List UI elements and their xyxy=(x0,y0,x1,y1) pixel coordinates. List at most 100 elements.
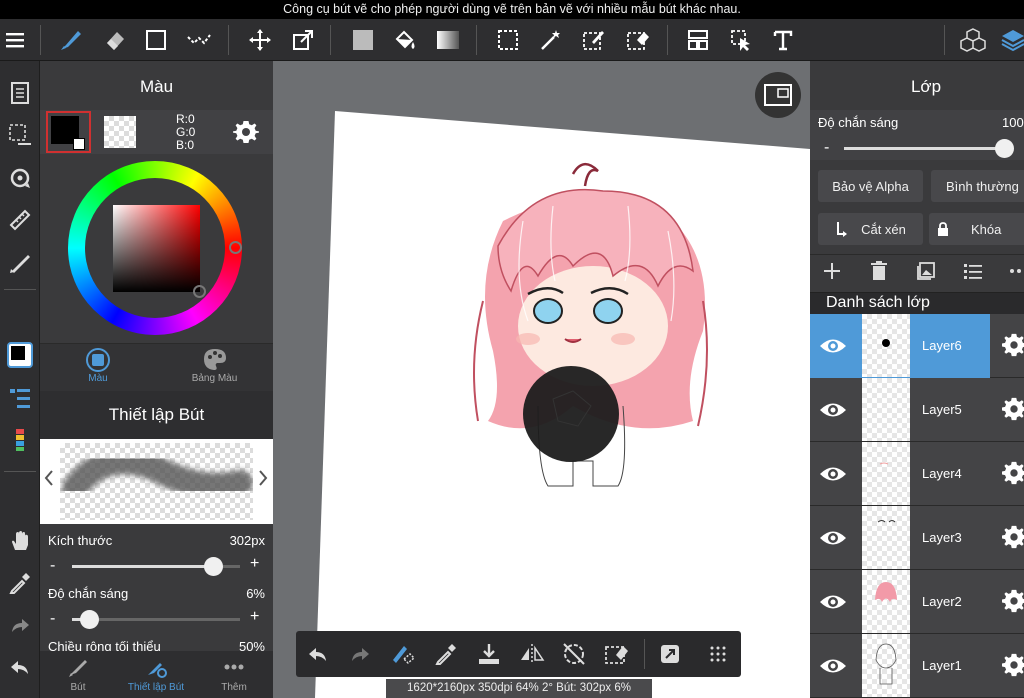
eye-icon[interactable] xyxy=(810,314,856,378)
saturation-value-square[interactable] xyxy=(113,205,200,292)
primary-color-swatch[interactable] xyxy=(46,111,91,153)
tab-palette[interactable]: Bảng Màu xyxy=(156,343,273,391)
opacity-plus-button[interactable]: + xyxy=(250,608,259,626)
brush-eraser-toggle-icon[interactable] xyxy=(389,640,417,668)
undo-icon[interactable] xyxy=(4,652,36,684)
brush-tool-icon[interactable] xyxy=(57,26,85,54)
drawing-canvas[interactable] xyxy=(273,61,810,698)
redo-icon[interactable] xyxy=(4,610,36,642)
layer-row[interactable]: Layer2 xyxy=(810,570,1024,634)
layer-row[interactable]: Layer5 xyxy=(810,378,1024,442)
flip-horizontal-icon[interactable] xyxy=(518,640,546,668)
transform-tool-icon[interactable] xyxy=(289,26,317,54)
move-tool-icon[interactable] xyxy=(246,26,274,54)
eyedropper-button-icon[interactable] xyxy=(432,640,460,668)
brush-opacity-slider-handle[interactable] xyxy=(80,610,99,629)
shape-tool-icon[interactable] xyxy=(142,26,170,54)
materials-icon[interactable] xyxy=(959,26,987,54)
layer-row[interactable]: Layer4 xyxy=(810,442,1024,506)
ink-icon[interactable] xyxy=(4,247,36,279)
layer-row[interactable]: Layer1 xyxy=(810,634,1024,698)
rgb-b-value: B:0 xyxy=(176,138,195,152)
selection-tool-icon[interactable] xyxy=(494,26,522,54)
layer-name: Layer4 xyxy=(922,466,962,481)
layer-name: Layer3 xyxy=(922,530,962,545)
layer-settings-gear-icon[interactable] xyxy=(1002,525,1024,549)
eye-icon[interactable] xyxy=(810,634,856,698)
magic-wand-icon[interactable] xyxy=(537,26,565,54)
layer-settings-gear-icon[interactable] xyxy=(1002,589,1024,613)
select-pen-icon[interactable] xyxy=(580,26,608,54)
eye-icon[interactable] xyxy=(810,378,856,442)
redo-button-icon[interactable] xyxy=(346,640,374,668)
layer-row[interactable]: Layer6 xyxy=(810,314,1024,378)
layer-list-icon[interactable] xyxy=(963,261,983,281)
brush-list-icon[interactable] xyxy=(4,382,36,414)
alpha-protect-button[interactable]: Bảo vệ Alpha xyxy=(818,170,923,202)
layer-name: Layer5 xyxy=(922,402,962,417)
canvas-area[interactable] xyxy=(273,61,810,698)
more-layer-options-icon[interactable] xyxy=(1008,261,1024,281)
layer-panel: Lớp Độ chắn sáng 100 - Bảo vệ Alpha Bình… xyxy=(810,61,1024,698)
save-download-icon[interactable] xyxy=(475,640,503,668)
size-slider[interactable] xyxy=(72,557,240,576)
ruler-icon[interactable] xyxy=(4,204,36,236)
size-slider-handle[interactable] xyxy=(204,557,223,576)
select-menu-icon[interactable] xyxy=(4,119,36,151)
hand-tool-icon[interactable] xyxy=(4,525,36,557)
grid-menu-icon[interactable] xyxy=(704,640,732,668)
blend-mode-button[interactable]: Bình thường xyxy=(931,170,1024,202)
fill-color-icon[interactable] xyxy=(349,26,377,54)
prev-brush-chevron-icon[interactable] xyxy=(44,469,54,487)
layer-opacity-handle[interactable] xyxy=(995,139,1014,158)
tab-brush[interactable]: Bút xyxy=(48,653,108,693)
next-brush-chevron-icon[interactable] xyxy=(258,469,268,487)
tab-color[interactable]: Màu xyxy=(40,343,156,391)
hue-handle[interactable] xyxy=(229,241,242,254)
lock-button[interactable]: Khóa xyxy=(929,213,1024,245)
color-palette-strip-icon[interactable] xyxy=(4,424,36,456)
rotate-reset-icon[interactable] xyxy=(560,640,588,668)
document-icon[interactable] xyxy=(4,77,36,109)
eye-icon[interactable] xyxy=(810,506,856,570)
color-picker-handle[interactable] xyxy=(193,285,206,298)
rotate-canvas-icon[interactable] xyxy=(4,162,36,194)
layer-row[interactable]: Layer3 xyxy=(810,506,1024,570)
eraser-tool-icon[interactable] xyxy=(100,26,128,54)
select-layer-icon[interactable] xyxy=(727,26,755,54)
size-minus-button[interactable]: - xyxy=(50,557,55,575)
layer-settings-gear-icon[interactable] xyxy=(1002,653,1024,677)
add-image-layer-icon[interactable] xyxy=(916,261,936,281)
layers-icon[interactable] xyxy=(999,26,1024,54)
gradient-tool-icon[interactable] xyxy=(434,26,462,54)
opacity-minus-button[interactable]: - xyxy=(50,610,55,628)
menu-icon[interactable] xyxy=(1,26,29,54)
bucket-tool-icon[interactable] xyxy=(391,26,419,54)
clear-layer-icon[interactable] xyxy=(603,640,631,668)
eyedropper-icon[interactable] xyxy=(4,567,36,599)
tab-more[interactable]: Thêm xyxy=(204,653,264,693)
layer-settings-gear-icon[interactable] xyxy=(1002,397,1024,421)
text-tool-icon[interactable] xyxy=(769,26,797,54)
select-eraser-icon[interactable] xyxy=(624,26,652,54)
eye-icon[interactable] xyxy=(810,442,856,506)
layer-settings-gear-icon[interactable] xyxy=(1002,333,1024,357)
tab-brush-settings[interactable]: Thiết lập Bút xyxy=(116,653,196,693)
color-settings-gear-icon[interactable] xyxy=(233,119,259,145)
preview-toggle-icon[interactable] xyxy=(755,72,801,118)
add-layer-icon[interactable] xyxy=(822,261,842,281)
size-plus-button[interactable]: + xyxy=(250,555,259,573)
delete-layer-icon[interactable] xyxy=(870,261,888,281)
layer-opacity-slider[interactable] xyxy=(844,139,1014,158)
layout-icon[interactable] xyxy=(684,26,712,54)
layer-opacity-minus[interactable]: - xyxy=(824,139,829,157)
line-tool-icon[interactable] xyxy=(185,26,213,54)
brush-opacity-slider[interactable] xyxy=(72,610,240,629)
color-swatch-icon[interactable] xyxy=(4,339,36,371)
undo-button-icon[interactable] xyxy=(304,640,332,668)
clipping-button[interactable]: Cắt xén xyxy=(818,213,923,245)
secondary-color-swatch[interactable] xyxy=(104,116,136,148)
fullscreen-toggle-icon[interactable] xyxy=(656,640,684,668)
layer-settings-gear-icon[interactable] xyxy=(1002,461,1024,485)
eye-icon[interactable] xyxy=(810,570,856,634)
